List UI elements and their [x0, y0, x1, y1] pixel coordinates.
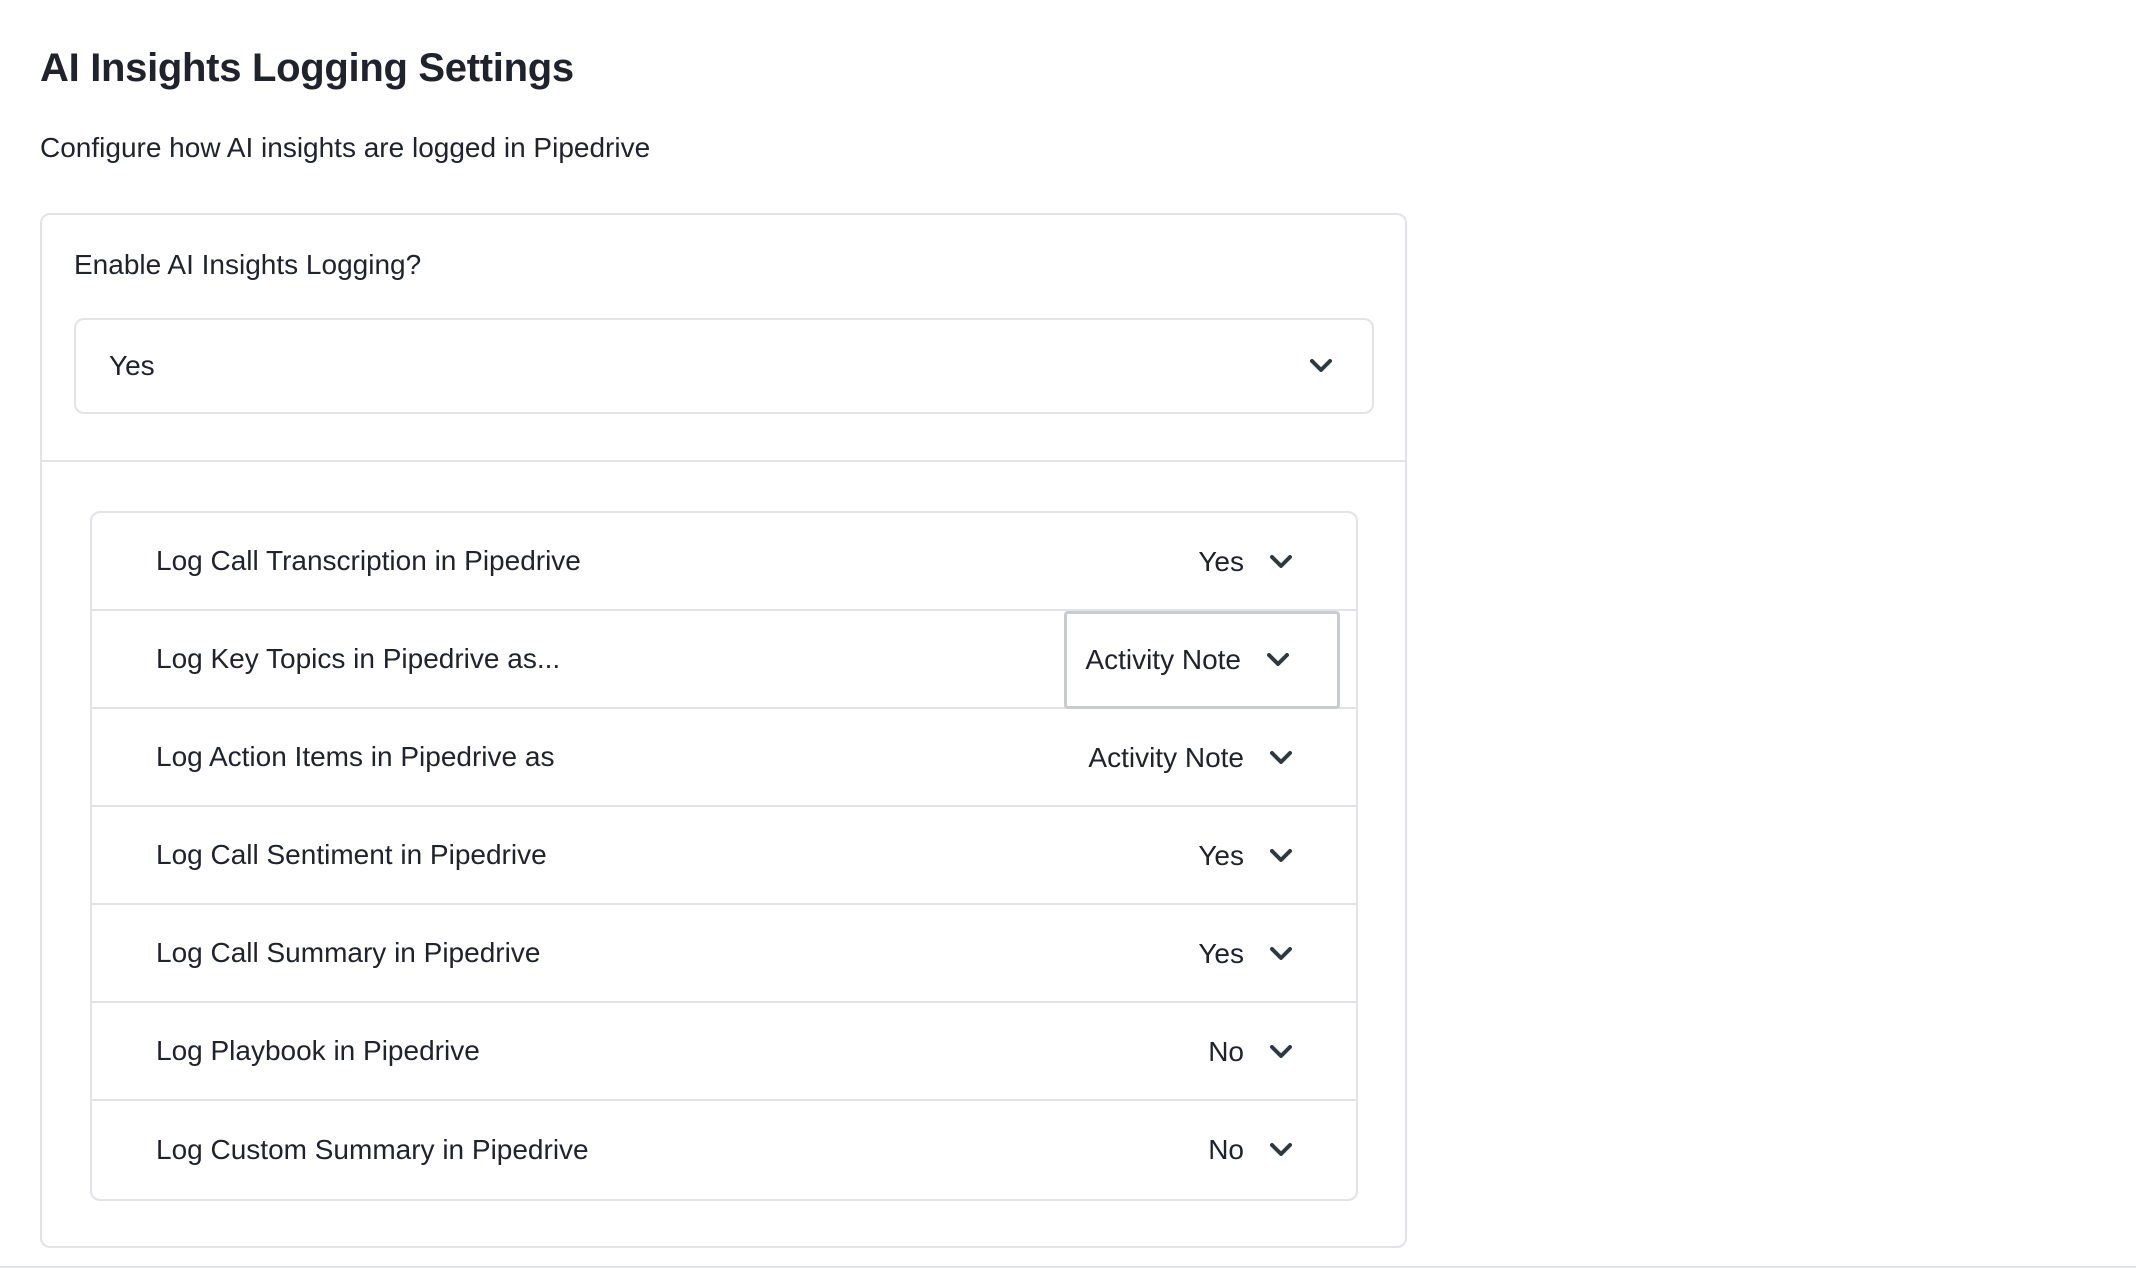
option-select-call-sentiment[interactable]: Yes [1064, 807, 1340, 905]
option-label: Log Call Sentiment in Pipedrive [156, 839, 547, 870]
option-value: Yes [1198, 840, 1244, 871]
option-label: Log Call Transcription in Pipedrive [156, 545, 581, 576]
settings-page: AI Insights Logging Settings Configure h… [0, 0, 2136, 1268]
option-value: Yes [1198, 546, 1244, 577]
option-value: Activity Note [1085, 644, 1241, 675]
divider [42, 460, 1405, 462]
option-row-action-items: Log Action Items in Pipedrive as Activit… [92, 709, 1356, 807]
enable-logging-value: Yes [109, 350, 155, 381]
option-row-call-sentiment: Log Call Sentiment in Pipedrive Yes [92, 807, 1356, 905]
option-value: Yes [1198, 938, 1244, 969]
option-label: Log Call Summary in Pipedrive [156, 937, 541, 968]
option-row-key-topics: Log Key Topics in Pipedrive as... Activi… [92, 611, 1356, 709]
option-select-key-topics[interactable]: Activity Note [1064, 611, 1340, 709]
option-row-call-summary: Log Call Summary in Pipedrive Yes [92, 905, 1356, 1003]
option-value: No [1208, 1134, 1244, 1165]
option-label: Log Custom Summary in Pipedrive [156, 1134, 589, 1165]
chevron-down-icon [1270, 1143, 1292, 1157]
page-subtitle: Configure how AI insights are logged in … [40, 132, 651, 163]
enable-logging-label: Enable AI Insights Logging? [74, 249, 422, 280]
chevron-down-icon [1310, 359, 1332, 373]
option-select-playbook[interactable]: No [1064, 1003, 1340, 1101]
chevron-down-icon [1270, 947, 1292, 961]
option-row-playbook: Log Playbook in Pipedrive No [92, 1003, 1356, 1101]
chevron-down-icon [1270, 751, 1292, 765]
option-select-custom-summary[interactable]: No [1064, 1101, 1340, 1199]
chevron-down-icon [1267, 653, 1289, 667]
option-value: No [1208, 1036, 1244, 1067]
option-select-action-items[interactable]: Activity Note [1064, 709, 1340, 807]
option-label: Log Key Topics in Pipedrive as... [156, 643, 561, 674]
chevron-down-icon [1270, 849, 1292, 863]
option-row-custom-summary: Log Custom Summary in Pipedrive No [92, 1101, 1356, 1199]
settings-card: Enable AI Insights Logging? Yes Log Call… [40, 213, 1407, 1248]
page-title: AI Insights Logging Settings [40, 46, 574, 90]
enable-logging-select[interactable]: Yes [74, 318, 1374, 414]
option-select-call-transcription[interactable]: Yes [1064, 513, 1340, 611]
option-label: Log Playbook in Pipedrive [156, 1035, 480, 1066]
option-value: Activity Note [1088, 742, 1244, 773]
option-label: Log Action Items in Pipedrive as [156, 741, 555, 772]
option-select-call-summary[interactable]: Yes [1064, 905, 1340, 1003]
chevron-down-icon [1270, 555, 1292, 569]
option-row-call-transcription: Log Call Transcription in Pipedrive Yes [92, 513, 1356, 611]
chevron-down-icon [1270, 1045, 1292, 1059]
logging-options-list: Log Call Transcription in Pipedrive Yes … [90, 511, 1358, 1201]
